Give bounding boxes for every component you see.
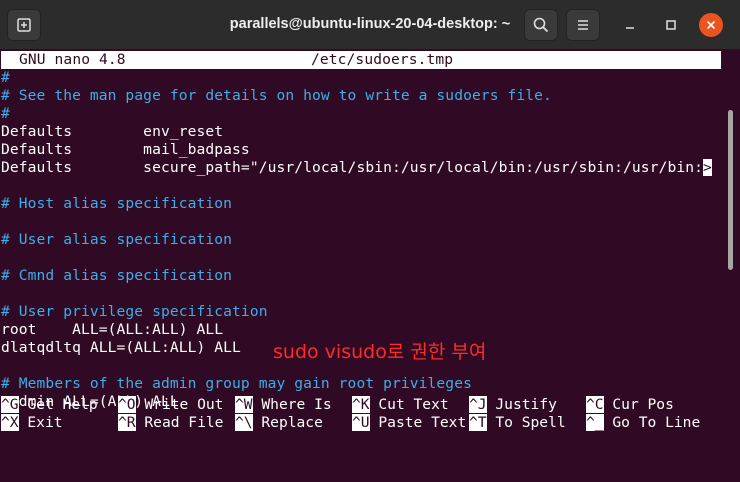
scrollbar[interactable] bbox=[728, 110, 733, 270]
config-line bbox=[1, 213, 721, 231]
line-text: # Members of the admin group may gain ro… bbox=[1, 375, 472, 392]
shortcut-label: Write Out bbox=[144, 396, 224, 413]
config-line: root ALL=(ALL:ALL) ALL bbox=[1, 321, 721, 339]
minimize-icon bbox=[626, 27, 634, 29]
shortcut-key: ^W bbox=[235, 396, 253, 413]
shortcut-key: ^G bbox=[1, 396, 19, 413]
shortcut-item: ^O Write Out bbox=[118, 396, 223, 414]
shortcut-row-2: ^X Exit ^R Read File ^\ Replace ^U Paste Te… bbox=[1, 414, 731, 432]
close-icon bbox=[706, 20, 716, 30]
shortcut-key: ^_ bbox=[586, 414, 604, 431]
line-text: dlatqdltq ALL=(ALL:ALL) ALL bbox=[1, 339, 241, 356]
shortcut-label: To Spell bbox=[495, 414, 566, 431]
line-text: # User alias specification bbox=[1, 231, 233, 248]
shortcut-item: ^T To Spell bbox=[469, 414, 566, 432]
shortcut-label: Go To Line bbox=[612, 414, 701, 431]
shortcut-item: ^_ Go To Line bbox=[586, 414, 700, 432]
shortcut-item: ^G Get Help bbox=[1, 396, 98, 414]
nano-version: GNU nano 4.8 bbox=[19, 51, 126, 68]
shortcut-label: Cut Text bbox=[378, 396, 449, 413]
comment-line: # Host alias specification bbox=[1, 195, 721, 213]
comment-line: # See the man page for details on how to… bbox=[1, 87, 721, 105]
comment-line: # bbox=[1, 69, 721, 87]
shortcut-bar: ^G Get Help ^O Write Out ^W Where Is ^K Cut… bbox=[1, 396, 731, 432]
line-text: # See the man page for details on how to… bbox=[1, 87, 552, 104]
line-text: Defaults env_reset bbox=[1, 123, 224, 140]
shortcut-key: ^T bbox=[469, 414, 487, 431]
line-text: Defaults mail_badpass bbox=[1, 141, 250, 158]
shortcut-key: ^J bbox=[469, 396, 487, 413]
shortcut-item: ^C Cur Pos bbox=[586, 396, 674, 414]
shortcut-item: ^J Justify bbox=[469, 396, 557, 414]
shortcut-label: Justify bbox=[495, 396, 557, 413]
shortcut-label: Replace bbox=[261, 414, 323, 431]
config-line bbox=[1, 177, 721, 195]
close-button[interactable] bbox=[699, 13, 723, 37]
shortcut-item: ^\ Replace bbox=[235, 414, 323, 432]
shortcut-label: Exit bbox=[27, 414, 63, 431]
shortcut-item: ^X Exit bbox=[1, 414, 63, 432]
shortcut-key: ^K bbox=[352, 396, 370, 413]
search-icon bbox=[533, 17, 549, 33]
search-button[interactable] bbox=[524, 9, 558, 41]
shortcut-label: Get Help bbox=[27, 396, 98, 413]
line-text: # Host alias specification bbox=[1, 195, 233, 212]
shortcut-item: ^K Cut Text bbox=[352, 396, 449, 414]
config-line bbox=[1, 285, 721, 303]
config-line bbox=[1, 249, 721, 267]
shortcut-item: ^R Read File bbox=[118, 414, 223, 432]
shortcut-row-1: ^G Get Help ^O Write Out ^W Where Is ^K Cut… bbox=[1, 396, 731, 414]
shortcut-key: ^O bbox=[118, 396, 136, 413]
shortcut-item: ^W Where Is bbox=[235, 396, 332, 414]
maximize-button[interactable] bbox=[659, 13, 683, 37]
comment-line: # bbox=[1, 105, 721, 123]
minimize-button[interactable] bbox=[618, 13, 642, 37]
comment-line: # Cmnd alias specification bbox=[1, 267, 721, 285]
shortcut-key: ^\ bbox=[235, 414, 253, 431]
shortcut-key: ^C bbox=[586, 396, 604, 413]
shortcut-label: Read File bbox=[144, 414, 224, 431]
config-line: Defaults mail_badpass bbox=[1, 141, 721, 159]
shortcut-label: Cur Pos bbox=[612, 396, 674, 413]
shortcut-item: ^U Paste Text bbox=[352, 414, 466, 432]
line-text: # User privilege specification bbox=[1, 303, 268, 320]
window-titlebar: parallels@ubuntu-linux-20-04-desktop: ~ bbox=[0, 0, 740, 50]
menu-button[interactable] bbox=[566, 9, 600, 41]
config-line: Defaults env_reset bbox=[1, 123, 721, 141]
line-text: Defaults secure_path="/usr/local/sbin:/u… bbox=[1, 159, 704, 176]
shortcut-key: ^X bbox=[1, 414, 19, 431]
nano-filename: /etc/sudoers.tmp bbox=[311, 51, 454, 68]
annotation-text: sudo visudo로 권한 부여 bbox=[273, 341, 487, 363]
comment-line: # User alias specification bbox=[1, 231, 721, 249]
nano-header: GNU nano 4.8 /etc/sudoers.tmp bbox=[1, 51, 721, 69]
shortcut-label: Where Is bbox=[261, 396, 332, 413]
line-text: # Cmnd alias specification bbox=[1, 267, 233, 284]
hamburger-icon bbox=[578, 20, 588, 30]
line-overflow-marker: > bbox=[703, 159, 712, 176]
maximize-icon bbox=[666, 20, 676, 30]
shortcut-key: ^U bbox=[352, 414, 370, 431]
comment-line: # User privilege specification bbox=[1, 303, 721, 321]
shortcut-label: Paste Text bbox=[378, 414, 467, 431]
config-line: Defaults secure_path="/usr/local/sbin:/u… bbox=[1, 159, 721, 177]
shortcut-key: ^R bbox=[118, 414, 136, 431]
comment-line: # Members of the admin group may gain ro… bbox=[1, 375, 721, 393]
line-text: root ALL=(ALL:ALL) ALL bbox=[1, 321, 224, 338]
